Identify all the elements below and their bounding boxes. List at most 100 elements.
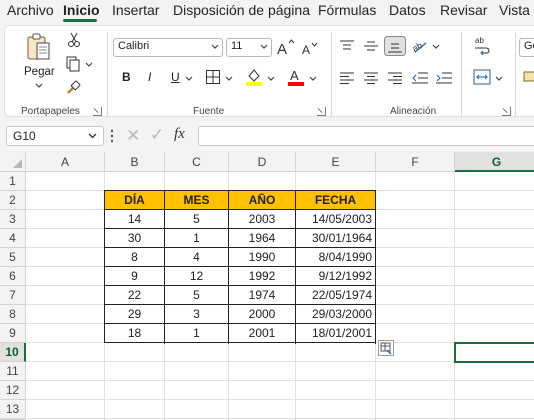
cut-icon[interactable] [67, 32, 81, 48]
svg-text:ab: ab [475, 36, 484, 45]
copy-icon[interactable] [65, 56, 81, 72]
font-color-icon[interactable]: A [287, 67, 305, 87]
column-header-c[interactable]: C [165, 152, 229, 172]
tab-insertar[interactable]: Insertar [112, 2, 159, 18]
decrease-font-size-icon[interactable]: A [301, 40, 319, 56]
font-size-select[interactable]: 11 [226, 38, 272, 57]
tab-archivo[interactable]: Archivo [7, 2, 54, 18]
clipboard-launcher-icon[interactable] [93, 107, 102, 116]
row-header-11[interactable]: 11 [0, 362, 26, 381]
active-cell-g10[interactable] [454, 342, 534, 363]
cancel-entry-icon[interactable]: ✕ [126, 126, 140, 146]
row-header-8[interactable]: 8 [0, 305, 26, 324]
row-header-2[interactable]: 2 [0, 191, 26, 210]
tab-datos[interactable]: Datos [389, 2, 426, 18]
insert-function-icon[interactable]: fx [174, 126, 185, 143]
wrap-text-icon[interactable]: ab [473, 35, 491, 55]
row-header-1[interactable]: 1 [0, 172, 26, 191]
align-center-icon[interactable] [363, 71, 379, 85]
align-middle-icon[interactable] [363, 39, 379, 53]
align-bottom-icon[interactable] [384, 36, 406, 56]
select-all-button[interactable] [0, 152, 26, 172]
font-name-select[interactable]: Calibri [113, 38, 223, 57]
align-left-icon[interactable] [339, 71, 355, 85]
gridline [26, 380, 534, 381]
svg-text:A: A [277, 41, 287, 56]
column-header-f[interactable]: F [376, 152, 455, 172]
quick-analysis-button[interactable] [378, 340, 394, 356]
underline-dropdown-chevron-icon[interactable] [185, 76, 193, 82]
ribbon-panel: Pegar Portapapeles Calibri 11 A A B I U … [4, 25, 534, 117]
font-size-value: 11 [231, 40, 243, 52]
group-separator [331, 32, 332, 116]
format-painter-icon[interactable] [65, 80, 81, 96]
row-header-5[interactable]: 5 [0, 248, 26, 267]
row-header-3[interactable]: 3 [0, 210, 26, 229]
align-top-icon[interactable] [339, 39, 355, 53]
menu-bar: Archivo Inicio Insertar Disposición de p… [0, 0, 534, 22]
name-box-value: G10 [13, 129, 36, 143]
tab-inicio[interactable]: Inicio [63, 2, 100, 18]
gridline [26, 418, 534, 419]
accounting-format-icon[interactable] [523, 70, 534, 84]
orientation-dropdown-chevron-icon[interactable] [432, 44, 440, 50]
confirm-entry-icon[interactable]: ✓ [150, 125, 164, 145]
group-separator [515, 32, 516, 116]
fill-color-icon[interactable] [245, 67, 263, 87]
group-separator [461, 32, 462, 116]
tab-disposicion-de-pagina[interactable]: Disposición de página [173, 2, 310, 18]
italic-button[interactable]: I [148, 70, 151, 84]
row-header-9[interactable]: 9 [0, 324, 26, 343]
paste-icon[interactable] [25, 32, 53, 62]
bold-button[interactable]: B [122, 70, 131, 84]
orientation-icon[interactable]: ab [411, 37, 429, 55]
alignment-launcher-icon[interactable] [502, 107, 511, 116]
column-header-d[interactable]: D [229, 152, 296, 172]
column-header-e[interactable]: E [296, 152, 376, 172]
borders-icon[interactable] [205, 69, 221, 85]
row-header-10[interactable]: 10 [0, 343, 26, 362]
paste-dropdown-chevron-icon[interactable] [35, 83, 43, 89]
ribbon: Pegar Portapapeles Calibri 11 A A B I U … [0, 22, 534, 120]
number-format-value: Ge [524, 40, 534, 52]
borders-dropdown-chevron-icon[interactable] [225, 76, 233, 82]
copy-dropdown-chevron-icon[interactable] [85, 62, 93, 68]
row-header-6[interactable]: 6 [0, 267, 26, 286]
underline-button[interactable]: U [171, 70, 180, 84]
fill-color-dropdown-chevron-icon[interactable] [267, 76, 275, 82]
increase-indent-icon[interactable] [435, 71, 453, 85]
font-size-chevron-icon [260, 44, 268, 49]
more-options-icon[interactable] [110, 129, 114, 143]
row-header-4[interactable]: 4 [0, 229, 26, 248]
gridline [26, 399, 534, 400]
clipboard-group-label: Portapapeles [21, 106, 80, 117]
number-format-select[interactable]: Ge [519, 38, 534, 57]
name-box[interactable]: G10 [6, 126, 104, 146]
row-header-13[interactable]: 13 [0, 400, 26, 419]
column-header-g[interactable]: G [455, 152, 534, 172]
formula-input[interactable] [198, 126, 534, 146]
formula-bar: G10 ✕ ✓ fx [0, 120, 534, 152]
decrease-indent-icon[interactable] [411, 71, 429, 85]
tab-vista[interactable]: Vista [499, 2, 530, 18]
paste-button-label[interactable]: Pegar [24, 66, 55, 78]
merge-center-icon[interactable] [473, 69, 491, 85]
font-color-dropdown-chevron-icon[interactable] [309, 76, 317, 82]
worksheet-grid[interactable]: A B C D E F G 1 2 3 4 5 6 7 8 9 10 11 12… [0, 152, 534, 420]
font-name-value: Calibri [118, 40, 150, 52]
column-header-a[interactable]: A [26, 152, 105, 172]
increase-font-size-icon[interactable]: A [276, 38, 296, 56]
name-box-chevron-icon[interactable] [88, 133, 97, 139]
table-border [104, 190, 376, 344]
column-header-b[interactable]: B [105, 152, 165, 172]
font-group-label: Fuente [193, 106, 225, 117]
alignment-group-label: Alineación [390, 106, 437, 117]
font-name-chevron-icon [211, 44, 219, 49]
font-launcher-icon[interactable] [317, 107, 326, 116]
row-header-12[interactable]: 12 [0, 381, 26, 400]
tab-revisar[interactable]: Revisar [440, 2, 487, 18]
merge-center-dropdown-chevron-icon[interactable] [495, 76, 503, 82]
tab-formulas[interactable]: Fórmulas [318, 2, 376, 18]
align-right-icon[interactable] [387, 71, 403, 85]
row-header-7[interactable]: 7 [0, 286, 26, 305]
